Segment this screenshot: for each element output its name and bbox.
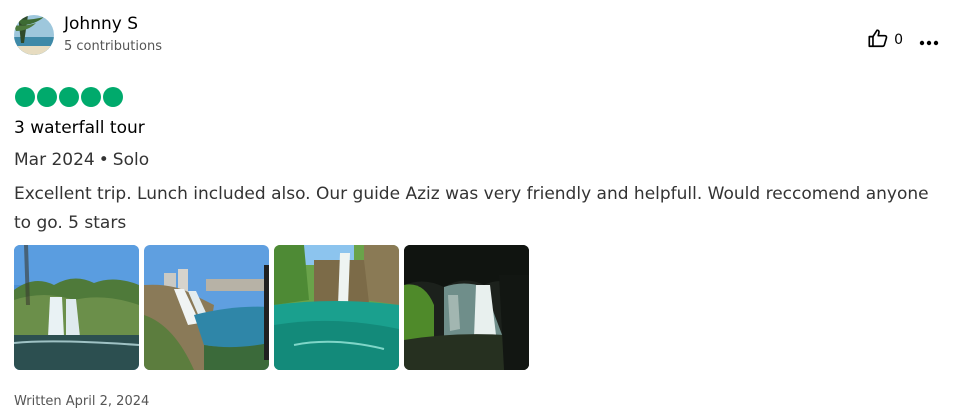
thumbs-up-icon	[867, 27, 889, 53]
review-text: Excellent trip. Lunch included also. Our…	[14, 184, 929, 233]
review-photo[interactable]	[14, 245, 139, 370]
trip-type: Solo	[112, 150, 150, 170]
meta-separator: •	[98, 150, 109, 170]
rating-bubble-icon	[103, 87, 123, 107]
review-header: Johnny S 5 contributions	[14, 14, 162, 55]
review-actions: 0	[867, 27, 939, 53]
rating-bubble-icon	[37, 87, 57, 107]
helpful-count: 0	[894, 32, 903, 48]
review-photo[interactable]	[274, 245, 399, 370]
rating-bubble-icon	[81, 87, 101, 107]
review-photo[interactable]	[404, 245, 529, 370]
helpful-vote-button[interactable]: 0	[867, 27, 903, 53]
user-contributions: 5 contributions	[64, 39, 162, 54]
rating-bubbles	[15, 87, 125, 107]
review-photo[interactable]	[144, 245, 269, 370]
review-title[interactable]: 3 waterfall tour	[14, 117, 145, 139]
review-meta: Mar 2024 • Solo	[14, 149, 149, 171]
written-date: Written April 2, 2024	[14, 394, 150, 409]
trip-date: Mar 2024	[14, 150, 95, 170]
rating-bubble-icon	[59, 87, 79, 107]
user-name[interactable]: Johnny S	[64, 14, 162, 34]
review-photos	[14, 245, 534, 370]
rating-bubble-icon	[15, 87, 35, 107]
more-options-button[interactable]	[919, 31, 939, 50]
avatar[interactable]	[14, 14, 54, 55]
more-dots-icon	[919, 31, 939, 50]
